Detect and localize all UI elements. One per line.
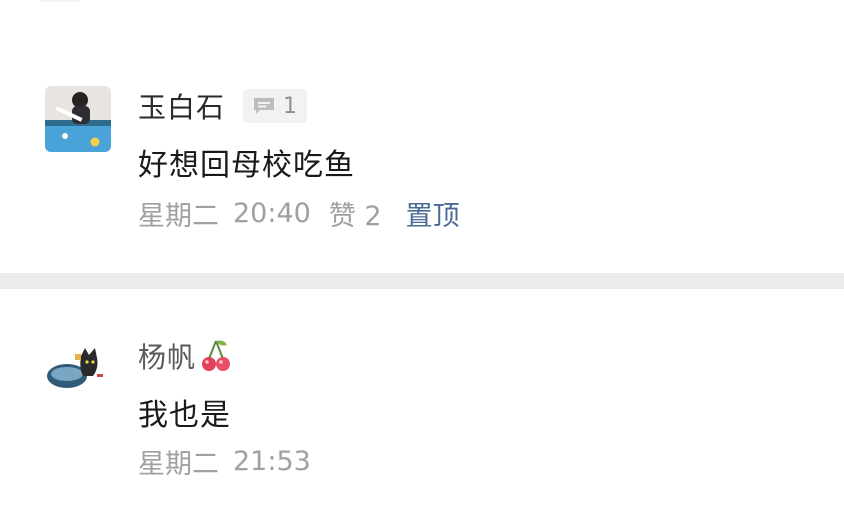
author-name[interactable]: 玉白石	[138, 86, 225, 126]
like-count: 赞 2	[328, 201, 382, 232]
comment-time: 21:53	[233, 446, 311, 477]
comment-bubble-icon	[254, 98, 275, 114]
comment-header: 玉白石 1	[138, 86, 308, 126]
reply-count-badge[interactable]: 1	[243, 89, 308, 123]
avatar[interactable]	[45, 86, 111, 152]
section-divider	[0, 273, 844, 289]
cherry-emoji-icon	[202, 340, 231, 371]
comment-text: 我也是	[138, 398, 231, 433]
comment-item: 杨帆 我也是 星期二 21:53	[0, 289, 844, 522]
comment-day: 星期二	[138, 201, 219, 232]
comment-text: 好想回母校吃鱼	[138, 148, 355, 183]
cat-avatar-image	[45, 336, 111, 402]
pin-link[interactable]: 置顶	[406, 194, 460, 233]
billiards-avatar-image	[45, 86, 111, 152]
comment-meta: 星期二 20:40 赞 2 置顶	[138, 194, 460, 233]
author-name[interactable]: 杨帆	[138, 336, 196, 376]
comment-time: 20:40	[233, 198, 311, 229]
comment-day: 星期二	[138, 449, 219, 480]
comment-item: 玉白石 1 好想回母校吃鱼 星期二 20:40 赞 2 置顶	[0, 0, 844, 273]
comment-header: 杨帆	[138, 336, 232, 376]
reply-count: 1	[283, 93, 298, 119]
comment-meta: 星期二 21:53	[138, 442, 311, 481]
avatar[interactable]	[45, 336, 111, 402]
